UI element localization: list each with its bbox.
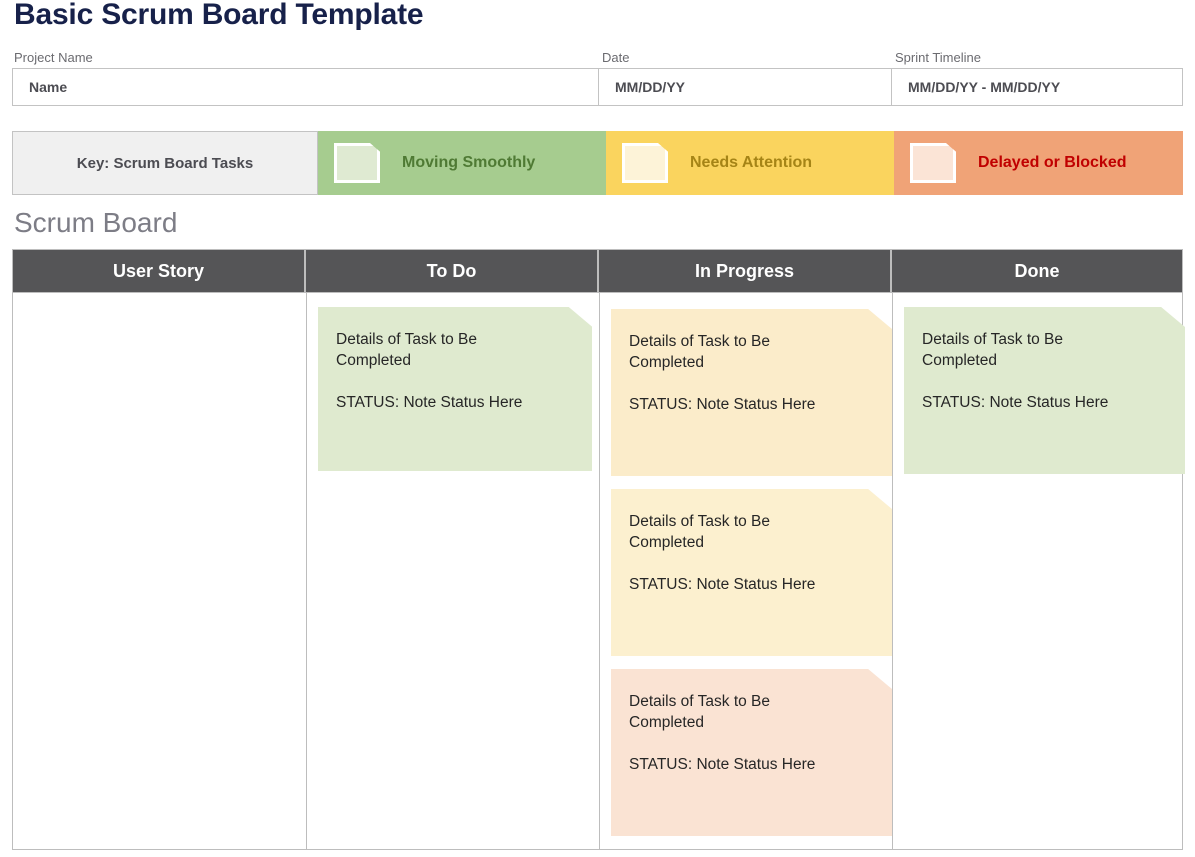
label-project-name: Project Name [14,50,93,65]
task-card-detail: Details of Task to Be Completed [629,511,829,553]
key-label-needs-attention: Needs Attention [690,154,812,172]
sticky-note-icon [334,143,380,183]
label-date: Date [602,50,629,65]
task-card-status: STATUS: Note Status Here [629,574,872,595]
task-card-detail: Details of Task to Be Completed [629,691,829,733]
sticky-note-icon [910,143,956,183]
board-heading: Scrum Board [14,207,177,239]
date-field[interactable]: MM/DD/YY [598,69,891,105]
column-header-in-progress[interactable]: In Progress [598,249,891,293]
task-card-status: STATUS: Note Status Here [629,754,872,775]
task-card-status: STATUS: Note Status Here [629,394,872,415]
label-sprint-timeline: Sprint Timeline [895,50,981,65]
key-label-delayed-or-blocked: Delayed or Blocked [978,154,1127,172]
page-title: Basic Scrum Board Template [14,0,423,32]
task-card-status: STATUS: Note Status Here [922,392,1165,413]
task-card-detail: Details of Task to Be Completed [336,329,536,371]
column-header-done[interactable]: Done [891,249,1183,293]
task-card-status: STATUS: Note Status Here [336,392,572,413]
task-card-detail: Details of Task to Be Completed [922,329,1122,371]
meta-fields: Name MM/DD/YY MM/DD/YY - MM/DD/YY [12,68,1183,106]
column-to-do[interactable]: Details of Task to Be Completed STATUS: … [306,293,599,849]
task-card[interactable]: Details of Task to Be Completed STATUS: … [611,669,892,836]
task-card[interactable]: Details of Task to Be Completed STATUS: … [318,307,592,471]
column-header-user-story[interactable]: User Story [12,249,305,293]
column-in-progress[interactable]: Details of Task to Be Completed STATUS: … [599,293,892,849]
board-header-row: User Story To Do In Progress Done [12,249,1183,293]
task-card[interactable]: Details of Task to Be Completed STATUS: … [904,307,1185,474]
column-user-story[interactable] [13,293,306,849]
meta-labels: Project Name Date Sprint Timeline [12,50,1183,68]
sprint-timeline-field[interactable]: MM/DD/YY - MM/DD/YY [891,69,1182,105]
task-card-detail: Details of Task to Be Completed [629,331,829,373]
scrum-board-table: User Story To Do In Progress Done Detail… [12,249,1183,850]
project-name-field[interactable]: Name [13,69,598,105]
key-title-cell: Key: Scrum Board Tasks [12,131,318,195]
key-item-needs-attention[interactable]: Needs Attention [606,131,894,195]
sticky-note-icon [622,143,668,183]
board-body: Details of Task to Be Completed STATUS: … [12,293,1183,850]
key-legend-row: Key: Scrum Board Tasks Moving Smoothly N… [12,131,1183,195]
task-card[interactable]: Details of Task to Be Completed STATUS: … [611,489,892,656]
column-header-to-do[interactable]: To Do [305,249,598,293]
key-title: Key: Scrum Board Tasks [77,155,253,172]
task-card[interactable]: Details of Task to Be Completed STATUS: … [611,309,892,476]
key-item-delayed-or-blocked[interactable]: Delayed or Blocked [894,131,1183,195]
column-done[interactable]: Details of Task to Be Completed STATUS: … [892,293,1182,849]
key-label-moving-smoothly: Moving Smoothly [402,154,535,172]
key-item-moving-smoothly[interactable]: Moving Smoothly [318,131,606,195]
project-meta-row: Project Name Date Sprint Timeline Name M… [12,50,1183,106]
